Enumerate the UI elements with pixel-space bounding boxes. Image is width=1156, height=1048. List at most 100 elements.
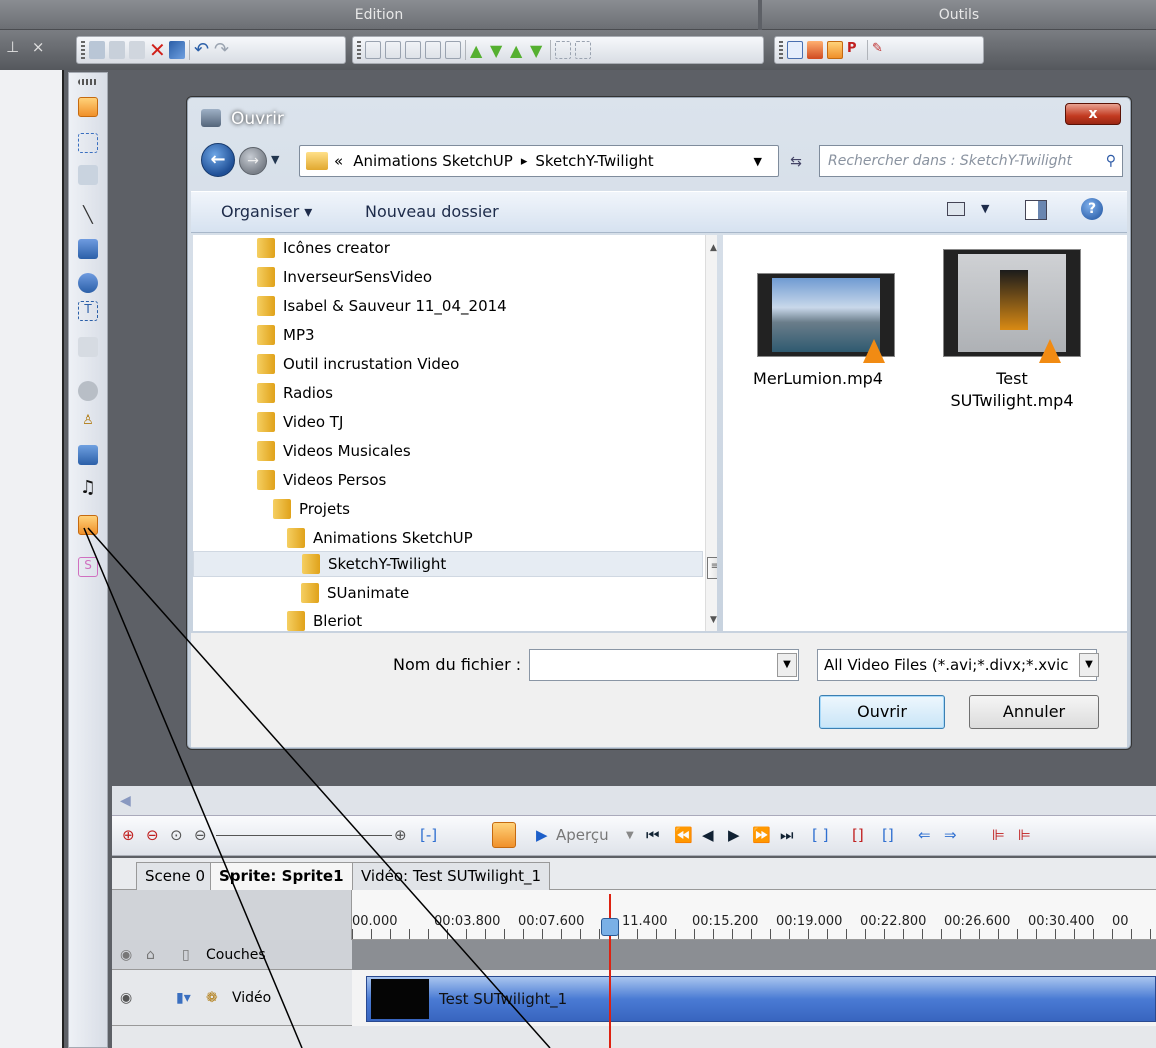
forward-arrow-icon[interactable]: → [239, 147, 267, 175]
tree-item[interactable]: Radios [257, 380, 333, 406]
tree-item[interactable]: Isabel & Sauveur 11_04_2014 [257, 293, 507, 319]
marker-icon[interactable]: P [847, 41, 863, 59]
move-top-icon[interactable]: ▲ [510, 41, 526, 60]
file-type-select[interactable]: All Video Files (*.avi;*.divx;*.xvic [817, 649, 1097, 681]
step-forward-icon[interactable]: ▶ [728, 826, 740, 844]
time-ruler[interactable]: 00.000 00:03.800 00:07.600 11.400 00:15.… [352, 890, 1156, 940]
group-icon[interactable] [555, 41, 571, 59]
apercu-button[interactable]: Aperçu [556, 826, 609, 844]
fast-forward-icon[interactable]: ⏩ [752, 826, 771, 844]
toolbar-grip[interactable] [357, 41, 361, 59]
organize-button[interactable]: Organiser ▾ [221, 202, 312, 221]
rewind-icon[interactable]: ⏪ [674, 826, 693, 844]
tab-scene[interactable]: Scene 0 [136, 862, 215, 890]
fit-icon[interactable]: [-] [420, 826, 437, 844]
chevron-down-icon[interactable]: ▼ [777, 653, 797, 677]
lock-icon[interactable]: ⌂ [146, 940, 155, 970]
paste-icon[interactable] [129, 41, 145, 59]
tree-item[interactable]: MP3 [257, 322, 315, 348]
step-back-icon[interactable]: ◀ [702, 826, 714, 844]
refresh-icon[interactable]: ⇆ [781, 149, 811, 175]
timeline-scroll-strip[interactable]: ◀ [112, 786, 1156, 816]
distribute-icon[interactable]: ⊫ [1018, 826, 1031, 844]
palette-grip[interactable] [78, 79, 98, 85]
history-dropdown-icon[interactable]: ▼ [271, 153, 279, 166]
subtitle-tool-icon[interactable] [78, 445, 98, 465]
sprite-tool-icon[interactable]: S [78, 557, 98, 577]
pin-close-controls[interactable]: ⊥ × [6, 38, 48, 56]
file-item[interactable]: Test SUTwilight.mp4 [923, 235, 1123, 435]
align-top-icon[interactable] [425, 41, 441, 59]
tree-item[interactable]: Animations SketchUP [287, 525, 473, 551]
zoom-fit-icon[interactable]: ⊙ [170, 826, 183, 844]
cancel-button[interactable]: Annuler [969, 695, 1099, 729]
character-tool-icon[interactable]: ♙ [78, 413, 98, 433]
open-button[interactable]: Ouvrir [819, 695, 945, 729]
new-folder-button[interactable]: Nouveau dossier [365, 202, 499, 221]
video-tool-icon[interactable] [78, 515, 98, 535]
back-arrow-icon[interactable]: ← [201, 143, 235, 177]
crop-tool-icon[interactable] [78, 165, 98, 185]
tree-item[interactable]: Icônes creator [257, 235, 390, 261]
mark-out-icon[interactable]: [] [882, 826, 894, 844]
tab-sprite[interactable]: Sprite: Sprite1 [210, 862, 353, 890]
zoom-slider[interactable] [216, 835, 392, 836]
chevron-down-icon[interactable]: ▼ [1079, 653, 1099, 677]
clock-icon[interactable] [492, 822, 516, 848]
zoom-out-icon[interactable]: ⊖ [146, 826, 159, 844]
rectangle-tool-icon[interactable] [78, 239, 98, 259]
align-right-icon[interactable] [405, 41, 421, 59]
circle-tool-icon[interactable] [78, 381, 98, 401]
undo-icon[interactable]: ↶ [194, 41, 210, 59]
toolbar-grip[interactable] [81, 41, 85, 59]
move-up-icon[interactable]: ▲ [470, 41, 486, 60]
layer-icon[interactable]: ▯ [182, 940, 190, 970]
filename-input[interactable] [529, 649, 799, 681]
align-marker-icon[interactable]: ⊫ [992, 826, 1005, 844]
music-tool-icon[interactable]: ♫ [78, 477, 98, 498]
apercu-dropdown-icon[interactable]: ▼ [626, 830, 634, 841]
transform-tool-icon[interactable] [78, 133, 98, 153]
help-icon[interactable]: ? [1081, 198, 1103, 220]
first-frame-icon[interactable]: ⏮ [646, 826, 660, 844]
file-item[interactable]: MerLumion.mp4 [723, 235, 913, 435]
last-frame-icon[interactable]: ⏭ [780, 826, 794, 844]
ungroup-icon[interactable] [575, 41, 591, 59]
tree-item[interactable]: Videos Musicales [257, 438, 411, 464]
button-tool-icon[interactable] [78, 337, 98, 357]
undo-marker-icon[interactable]: ⇐ [918, 826, 931, 844]
zoom-slider-min-icon[interactable]: ⊖ [194, 826, 207, 844]
range-icon[interactable]: [ ] [812, 826, 828, 844]
search-input[interactable]: Rechercher dans : SketchY-Twilight ⚲ [819, 145, 1123, 177]
scroll-up-icon[interactable]: ▲ [710, 243, 717, 253]
align-bottom-icon[interactable] [445, 41, 461, 59]
copy-icon[interactable] [109, 41, 125, 59]
redo-marker-icon[interactable]: ⇒ [944, 826, 957, 844]
move-down-icon[interactable]: ▼ [490, 41, 506, 60]
address-bar[interactable]: « Animations SketchUP ▸ SketchY-Twilight… [299, 145, 779, 177]
breadcrumb-item[interactable]: Animations SketchUP [353, 152, 513, 170]
view-dropdown-icon[interactable]: ▼ [981, 202, 989, 215]
line-tool-icon[interactable]: ╲ [78, 205, 98, 225]
tree-item[interactable]: Videos Persos [257, 467, 386, 493]
breadcrumb-prefix[interactable]: « [334, 152, 343, 170]
tree-item[interactable]: SUanimate [301, 580, 409, 606]
search-icon[interactable]: ⚲ [1106, 146, 1116, 176]
play-icon[interactable]: ▶ [536, 826, 548, 844]
list-icon[interactable] [787, 41, 803, 59]
scroll-down-icon[interactable]: ▼ [710, 615, 717, 625]
properties-icon[interactable] [169, 41, 185, 59]
tree-item[interactable]: Projets [273, 496, 350, 522]
align-center-icon[interactable] [385, 41, 401, 59]
preview-pane-icon[interactable] [1025, 200, 1047, 220]
zoom-slider-max-icon[interactable]: ⊕ [394, 826, 407, 844]
layer-type-icon[interactable]: ▮▾ [176, 970, 191, 1026]
tree-item[interactable]: InverseurSensVideo [257, 264, 432, 290]
eye-icon[interactable]: ◉ [120, 940, 132, 970]
video-layer-row[interactable]: ◉ ▮▾ ❁ Vidéo [112, 970, 352, 1026]
text-tool-icon[interactable]: T [78, 301, 98, 321]
grid-icon[interactable] [827, 41, 843, 59]
view-icon[interactable] [947, 202, 965, 216]
scroll-thumb[interactable]: ≡ [707, 557, 717, 579]
select-tool-icon[interactable] [78, 97, 98, 117]
